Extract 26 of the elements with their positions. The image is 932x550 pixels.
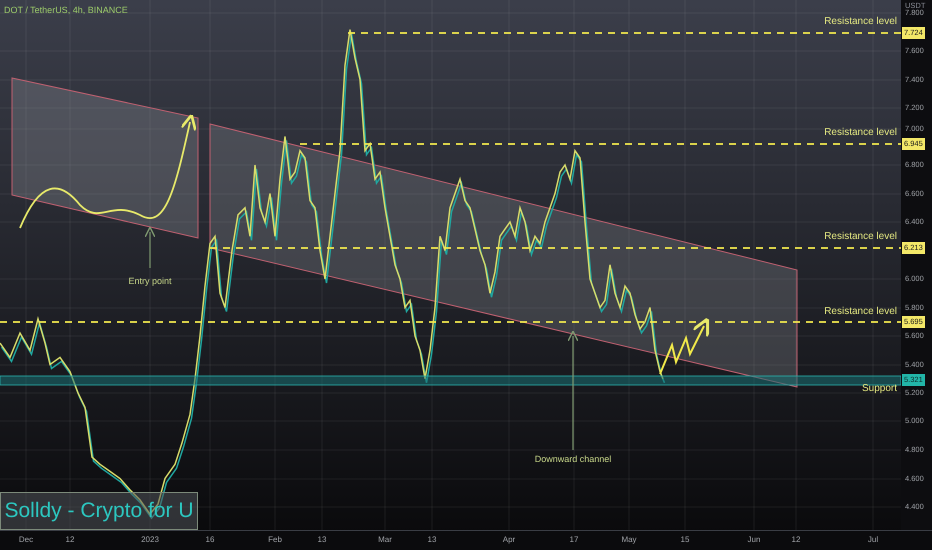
time-tick: Dec [18, 535, 34, 544]
time-tick: Apr [502, 535, 516, 544]
support-label: Support [862, 383, 897, 394]
time-tick: 13 [318, 535, 326, 544]
projection-zigzag [659, 317, 710, 374]
time-tick: 16 [206, 535, 214, 544]
time-tick: Jun [748, 535, 760, 544]
time-tick: 2023 [141, 535, 159, 544]
time-tick: 15 [680, 535, 690, 544]
time-tick: 12 [66, 535, 74, 544]
annotation-label: Downward channel [534, 454, 612, 464]
resistance-label: Resistance level [824, 231, 897, 242]
resistance-label: Resistance level [824, 16, 897, 27]
annotation-label: Entry point [128, 276, 172, 286]
time-tick: Mar [378, 535, 392, 544]
author-tag: Solldy - Crypto for U [0, 492, 198, 530]
time-tick: Feb [268, 535, 282, 544]
time-tick: 17 [570, 535, 578, 544]
leader-line [144, 226, 156, 268]
resistance-label: Resistance level [824, 127, 897, 138]
resistance-label: Resistance level [824, 306, 897, 317]
time-tick: 13 [428, 535, 436, 544]
time-tick: Jul [868, 535, 878, 544]
time-tick: 12 [792, 535, 800, 544]
chart-title: DOT / TetherUS, 4h, BINANCE [4, 5, 128, 15]
time-tick: May [621, 535, 637, 544]
